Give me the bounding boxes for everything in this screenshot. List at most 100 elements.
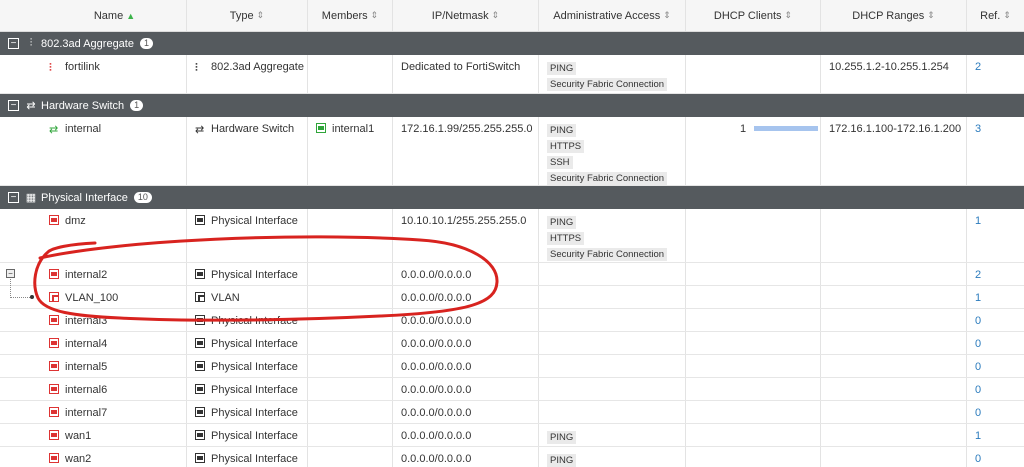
column-label: Ref. [980, 9, 1001, 22]
port-icon [316, 123, 326, 133]
cell-access: PING Security Fabric Connection [539, 55, 686, 93]
ref-link[interactable]: 1 [975, 215, 981, 227]
port-icon [49, 361, 59, 371]
cell-members [308, 401, 393, 423]
collapse-toggle[interactable]: − [8, 192, 19, 203]
cell-ref: 0 [967, 355, 1024, 377]
table-row[interactable]: internal4 Physical Interface 0.0.0.0/0.0.0… [0, 332, 1024, 355]
aggregate-icon: ⫶ [49, 62, 52, 74]
cell-dhcp-ranges: 10.255.1.2-10.255.1.254 [821, 55, 967, 93]
collapse-toggle[interactable]: − [8, 38, 19, 49]
ip: 0.0.0.0/0.0.0.0 [401, 453, 472, 465]
ref-link[interactable]: 0 [975, 361, 981, 373]
interface-name: VLAN_100 [65, 292, 119, 304]
cell-dhcp-clients [686, 309, 821, 331]
ref-link[interactable]: 0 [975, 384, 981, 396]
table-row[interactable]: wan1 Physical Interface 0.0.0.0/0.0.0.0 PIN… [0, 424, 1024, 447]
sort-icon: ⇕ [491, 10, 500, 20]
interface-name: internal6 [65, 384, 108, 396]
vlan-icon [49, 292, 59, 302]
column-header-access[interactable]: Administrative Access ⇕ [539, 0, 686, 31]
cell-name: internal7 [0, 401, 187, 423]
ref-link[interactable]: 0 [975, 338, 981, 350]
cell-access [539, 355, 686, 377]
port-icon [195, 315, 205, 325]
cell-ip: 0.0.0.0/0.0.0.0 [393, 401, 539, 423]
port-icon [195, 407, 205, 417]
column-label: Administrative Access [553, 9, 661, 22]
cell-dhcp-clients [686, 447, 821, 467]
ref-link[interactable]: 0 [975, 315, 981, 327]
group-count-badge: 1 [130, 100, 144, 111]
table-row[interactable]: wan2 Physical Interface 0.0.0.0/0.0.0.0 PIN… [0, 447, 1024, 467]
ref-link[interactable]: 0 [975, 407, 981, 419]
interface-type: Physical Interface [211, 215, 298, 227]
group-header-hardware-switch[interactable]: − ⇄ Hardware Switch 1 [0, 94, 1024, 117]
ref-link[interactable]: 0 [975, 453, 981, 465]
interface-type: 802.3ad Aggregate [211, 61, 304, 73]
group-header-physical-interface[interactable]: − ▦ Physical Interface 10 [0, 186, 1024, 209]
dhcp-client-count: 1 [740, 123, 747, 135]
table-row[interactable]: VLAN_100 VLAN 0.0.0.0/0.0.0.0 1 [0, 286, 1024, 309]
access-tag: Security Fabric Connection [547, 78, 668, 91]
vlan-icon [195, 292, 205, 302]
cell-name: wan1 [0, 424, 187, 446]
cell-ref: 1 [967, 424, 1024, 446]
expand-collapse-toggle[interactable]: − [6, 269, 15, 278]
ref-link[interactable]: 3 [975, 123, 981, 135]
table-row[interactable]: internal5 Physical Interface 0.0.0.0/0.0.0… [0, 355, 1024, 378]
cell-ip: 0.0.0.0/0.0.0.0 [393, 424, 539, 446]
column-label: DHCP Ranges [852, 9, 925, 22]
table-row[interactable]: internal3 Physical Interface 0.0.0.0/0.0.0… [0, 309, 1024, 332]
cell-access [539, 286, 686, 308]
table-row[interactable]: internal6 Physical Interface 0.0.0.0/0.0.0… [0, 378, 1024, 401]
sort-icon: ⇕ [256, 10, 265, 20]
cell-access: PING [539, 424, 686, 446]
group-header-aggregate[interactable]: − ⫶ 802.3ad Aggregate 1 [0, 32, 1024, 55]
column-header-dhcp-ranges[interactable]: DHCP Ranges ⇕ [821, 0, 967, 31]
ref-link[interactable]: 2 [975, 269, 981, 281]
cell-name: internal3 [0, 309, 187, 331]
port-icon [49, 269, 59, 279]
column-header-ref[interactable]: Ref. ⇕ [967, 0, 1024, 31]
access-tag: SSH [547, 156, 573, 169]
interface-type: Physical Interface [211, 361, 298, 373]
cell-ref: 0 [967, 309, 1024, 331]
table-row[interactable]: dmz Physical Interface 10.10.10.1/255.255.… [0, 209, 1024, 263]
port-icon [195, 269, 205, 279]
interface-type: Hardware Switch [211, 123, 295, 135]
port-icon [195, 453, 205, 463]
cell-name: wan2 [0, 447, 187, 467]
cell-type: Physical Interface [187, 309, 308, 331]
sort-icon: ⇕ [784, 10, 793, 20]
column-header-dhcp-clients[interactable]: DHCP Clients ⇕ [686, 0, 821, 31]
cell-name: internal2 [0, 263, 187, 285]
interface-type: Physical Interface [211, 453, 298, 465]
ref-link[interactable]: 2 [975, 61, 981, 73]
cell-access: PING HTTPS SSH Security Fabric Connectio… [539, 117, 686, 185]
collapse-toggle[interactable]: − [8, 100, 19, 111]
port-icon: ▦ [25, 192, 37, 204]
table-row[interactable]: internal7 Physical Interface 0.0.0.0/0.0.0… [0, 401, 1024, 424]
column-header-name[interactable]: Name ▲ [43, 0, 187, 31]
cell-dhcp-clients [686, 263, 821, 285]
cell-dhcp-ranges [821, 447, 967, 467]
member-name: internal1 [332, 123, 375, 135]
column-header-type[interactable]: Type ⇕ [187, 0, 308, 31]
ref-link[interactable]: 1 [975, 292, 981, 304]
ip: 10.10.10.1/255.255.255.0 [401, 215, 527, 227]
port-icon [49, 430, 59, 440]
cell-type: Physical Interface [187, 209, 308, 262]
column-header-members[interactable]: Members ⇕ [308, 0, 393, 31]
interface-name: internal4 [65, 338, 108, 350]
ip-netmask: Dedicated to FortiSwitch [401, 61, 521, 73]
ref-link[interactable]: 1 [975, 430, 981, 442]
port-icon [49, 407, 59, 417]
interface-type: VLAN [211, 292, 240, 304]
column-header-ip[interactable]: IP/Netmask ⇕ [393, 0, 539, 31]
table-row[interactable]: ⇄ internal ⇄ Hardware Switch internal1 172… [0, 117, 1024, 186]
interface-name: wan1 [65, 430, 92, 442]
table-row[interactable]: ⫶ fortilink ⫶ 802.3ad Aggregate Dedicated … [0, 55, 1024, 94]
table-row[interactable]: internal2 Physical Interface 0.0.0.0/0.0.0… [0, 263, 1024, 286]
cell-ip: 0.0.0.0/0.0.0.0 [393, 263, 539, 285]
